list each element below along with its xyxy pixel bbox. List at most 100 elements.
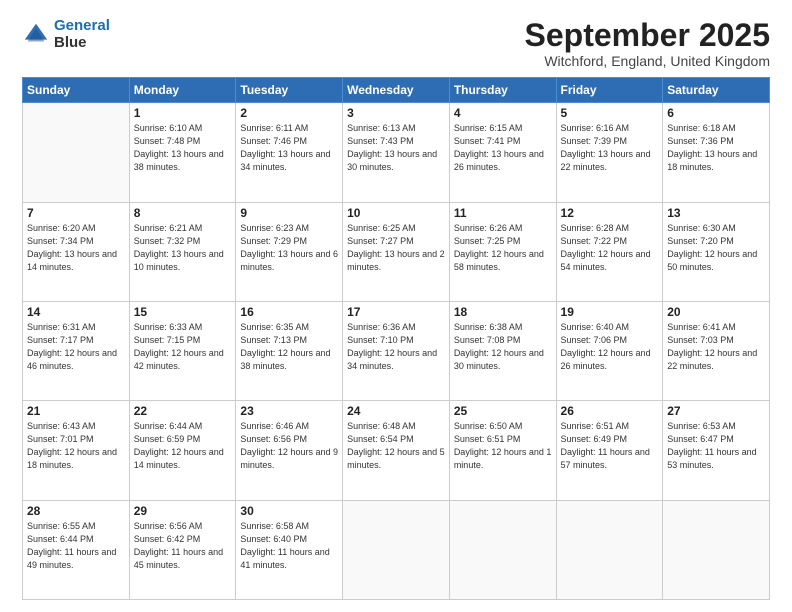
day-info: Sunrise: 6:33 AMSunset: 7:15 PMDaylight:… (134, 321, 232, 373)
day-info: Sunrise: 6:38 AMSunset: 7:08 PMDaylight:… (454, 321, 552, 373)
header-thursday: Thursday (449, 78, 556, 103)
table-row: 30 Sunrise: 6:58 AMSunset: 6:40 PMDayligh… (236, 500, 343, 599)
table-row: 6Sunrise: 6:18 AMSunset: 7:36 PMDaylight… (663, 103, 770, 202)
day-info: Sunrise: 6:50 AMSunset: 6:51 PMDaylight:… (454, 420, 552, 472)
day-number: 25 (454, 404, 552, 418)
table-row: 21 Sunrise: 6:43 AMSunset: 7:01 PMDayligh… (23, 401, 130, 500)
day-info: Sunrise: 6:56 AMSunset: 6:42 PMDaylight:… (134, 520, 232, 572)
title-block: September 2025 Witchford, England, Unite… (525, 18, 770, 69)
day-info: Sunrise: 6:51 AMSunset: 6:49 PMDaylight:… (561, 420, 659, 472)
day-number: 10 (347, 206, 445, 220)
day-number: 13 (667, 206, 765, 220)
day-number: 22 (134, 404, 232, 418)
logo-icon (22, 21, 50, 49)
location: Witchford, England, United Kingdom (525, 53, 770, 69)
table-row: 3 Sunrise: 6:13 AMSunset: 7:43 PMDaylight… (343, 103, 450, 202)
day-number: 7 (27, 206, 125, 220)
table-row: 26 Sunrise: 6:51 AMSunset: 6:49 PMDayligh… (556, 401, 663, 500)
day-number: 29 (134, 504, 232, 518)
day-number: 4 (454, 106, 552, 120)
day-info: Sunrise: 6:11 AMSunset: 7:46 PMDaylight:… (240, 122, 338, 174)
calendar-table: Sunday Monday Tuesday Wednesday Thursday… (22, 77, 770, 600)
table-row: 12Sunrise: 6:28 AMSunset: 7:22 PMDayligh… (556, 202, 663, 301)
day-info: Sunrise: 6:53 AMSunset: 6:47 PMDaylight:… (667, 420, 765, 472)
logo: General Blue (22, 18, 110, 51)
day-number: 11 (454, 206, 552, 220)
table-row (23, 103, 130, 202)
day-number: 17 (347, 305, 445, 319)
table-row: 10 Sunrise: 6:25 AMSunset: 7:27 PMDayligh… (343, 202, 450, 301)
day-number: 8 (134, 206, 232, 220)
day-info: Sunrise: 6:16 AMSunset: 7:39 PMDaylight:… (561, 122, 659, 174)
day-info: Sunrise: 6:31 AMSunset: 7:17 PMDaylight:… (27, 321, 125, 373)
day-info: Sunrise: 6:20 AMSunset: 7:34 PMDaylight:… (27, 222, 125, 274)
day-number: 2 (240, 106, 338, 120)
day-number: 14 (27, 305, 125, 319)
table-row: 20Sunrise: 6:41 AMSunset: 7:03 PMDayligh… (663, 301, 770, 400)
day-info: Sunrise: 6:23 AMSunset: 7:29 PMDaylight:… (240, 222, 338, 274)
table-row: 27 Sunrise: 6:53 AMSunset: 6:47 PMDayligh… (663, 401, 770, 500)
table-row: 9 Sunrise: 6:23 AMSunset: 7:29 PMDaylight… (236, 202, 343, 301)
table-row: 14 Sunrise: 6:31 AMSunset: 7:17 PMDayligh… (23, 301, 130, 400)
logo-text: General Blue (54, 18, 110, 51)
day-number: 15 (134, 305, 232, 319)
day-number: 19 (561, 305, 659, 319)
table-row (449, 500, 556, 599)
table-row: 5 Sunrise: 6:16 AMSunset: 7:39 PMDaylight… (556, 103, 663, 202)
logo-line2: Blue (54, 35, 110, 52)
table-row: 1 Sunrise: 6:10 AMSunset: 7:48 PMDaylight… (129, 103, 236, 202)
day-info: Sunrise: 6:58 AMSunset: 6:40 PMDaylight:… (240, 520, 338, 572)
table-row: 4Sunrise: 6:15 AMSunset: 7:41 PMDaylight… (449, 103, 556, 202)
day-info: Sunrise: 6:44 AMSunset: 6:59 PMDaylight:… (134, 420, 232, 472)
day-info: Sunrise: 6:13 AMSunset: 7:43 PMDaylight:… (347, 122, 445, 174)
table-row: 25 Sunrise: 6:50 AMSunset: 6:51 PMDayligh… (449, 401, 556, 500)
day-number: 3 (347, 106, 445, 120)
day-info: Sunrise: 6:41 AMSunset: 7:03 PMDaylight:… (667, 321, 765, 373)
calendar-week-row: 1 Sunrise: 6:10 AMSunset: 7:48 PMDaylight… (23, 103, 770, 202)
day-info: Sunrise: 6:18 AMSunset: 7:36 PMDaylight:… (667, 122, 765, 174)
day-info: Sunrise: 6:48 AMSunset: 6:54 PMDaylight:… (347, 420, 445, 472)
day-number: 23 (240, 404, 338, 418)
day-info: Sunrise: 6:46 AMSunset: 6:56 PMDaylight:… (240, 420, 338, 472)
day-info: Sunrise: 6:21 AMSunset: 7:32 PMDaylight:… (134, 222, 232, 274)
header-friday: Friday (556, 78, 663, 103)
day-number: 1 (134, 106, 232, 120)
table-row: 8 Sunrise: 6:21 AMSunset: 7:32 PMDaylight… (129, 202, 236, 301)
day-info: Sunrise: 6:36 AMSunset: 7:10 PMDaylight:… (347, 321, 445, 373)
month-title: September 2025 (525, 18, 770, 53)
day-info: Sunrise: 6:28 AMSunset: 7:22 PMDaylight:… (561, 222, 659, 274)
day-info: Sunrise: 6:25 AMSunset: 7:27 PMDaylight:… (347, 222, 445, 274)
day-number: 27 (667, 404, 765, 418)
day-info: Sunrise: 6:35 AMSunset: 7:13 PMDaylight:… (240, 321, 338, 373)
table-row: 24 Sunrise: 6:48 AMSunset: 6:54 PMDayligh… (343, 401, 450, 500)
day-number: 21 (27, 404, 125, 418)
day-number: 24 (347, 404, 445, 418)
calendar-header-row: Sunday Monday Tuesday Wednesday Thursday… (23, 78, 770, 103)
table-row: 16 Sunrise: 6:35 AMSunset: 7:13 PMDayligh… (236, 301, 343, 400)
day-info: Sunrise: 6:10 AMSunset: 7:48 PMDaylight:… (134, 122, 232, 174)
header-tuesday: Tuesday (236, 78, 343, 103)
day-number: 9 (240, 206, 338, 220)
table-row: 28Sunrise: 6:55 AMSunset: 6:44 PMDayligh… (23, 500, 130, 599)
calendar-week-row: 7 Sunrise: 6:20 AMSunset: 7:34 PMDaylight… (23, 202, 770, 301)
day-number: 26 (561, 404, 659, 418)
table-row: 19 Sunrise: 6:40 AMSunset: 7:06 PMDayligh… (556, 301, 663, 400)
day-number: 16 (240, 305, 338, 319)
header-monday: Monday (129, 78, 236, 103)
table-row (556, 500, 663, 599)
header-saturday: Saturday (663, 78, 770, 103)
table-row: 23 Sunrise: 6:46 AMSunset: 6:56 PMDayligh… (236, 401, 343, 500)
day-number: 5 (561, 106, 659, 120)
day-info: Sunrise: 6:30 AMSunset: 7:20 PMDaylight:… (667, 222, 765, 274)
logo-line1: General (54, 17, 110, 34)
table-row: 17 Sunrise: 6:36 AMSunset: 7:10 PMDayligh… (343, 301, 450, 400)
table-row: 7 Sunrise: 6:20 AMSunset: 7:34 PMDaylight… (23, 202, 130, 301)
table-row: 29 Sunrise: 6:56 AMSunset: 6:42 PMDayligh… (129, 500, 236, 599)
day-info: Sunrise: 6:40 AMSunset: 7:06 PMDaylight:… (561, 321, 659, 373)
day-info: Sunrise: 6:43 AMSunset: 7:01 PMDaylight:… (27, 420, 125, 472)
table-row: 11Sunrise: 6:26 AMSunset: 7:25 PMDayligh… (449, 202, 556, 301)
table-row: 13 Sunrise: 6:30 AMSunset: 7:20 PMDayligh… (663, 202, 770, 301)
day-number: 30 (240, 504, 338, 518)
day-info: Sunrise: 6:55 AMSunset: 6:44 PMDaylight:… (27, 520, 125, 572)
table-row: 2 Sunrise: 6:11 AMSunset: 7:46 PMDaylight… (236, 103, 343, 202)
